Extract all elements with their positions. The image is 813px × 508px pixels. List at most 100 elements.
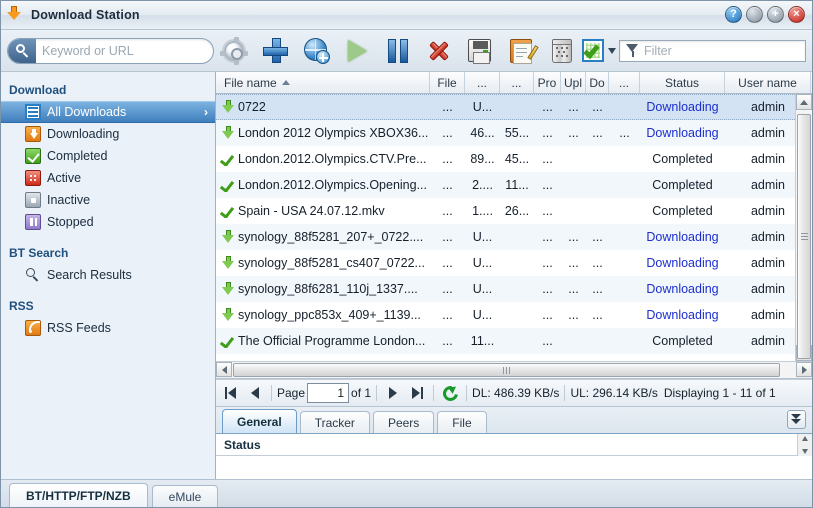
cell-text: admin	[750, 334, 786, 348]
sidebar-item-stopped[interactable]: Stopped	[1, 211, 215, 233]
scroll-left-button[interactable]	[216, 362, 232, 377]
cell-text: admin	[750, 100, 786, 114]
first-page-icon	[225, 387, 237, 399]
add-url-button[interactable]	[296, 31, 337, 71]
cell-name: 0722	[216, 100, 430, 114]
column-header-c8[interactable]: ...	[609, 72, 640, 93]
table-row[interactable]: Spain - USA 24.07.12.mkv... 1.... 26......…	[216, 198, 795, 224]
search-input[interactable]	[36, 38, 213, 63]
chevron-down-icon[interactable]	[608, 47, 617, 54]
bottom-tab-bt-http-ftp-nzb[interactable]: BT/HTTP/FTP/NZB	[9, 483, 148, 507]
search-box[interactable]	[7, 37, 214, 64]
cell-text: ...	[568, 230, 579, 244]
cell-text: ...	[442, 282, 453, 296]
window-title: Download Station	[31, 8, 140, 22]
tab-file[interactable]: File	[437, 411, 487, 433]
column-header-name[interactable]: File name	[216, 72, 430, 93]
sidebar-item-rss-feeds[interactable]: RSS Feeds	[1, 317, 215, 339]
vertical-scrollbar[interactable]	[795, 94, 812, 361]
edit-button[interactable]	[500, 31, 541, 71]
cell-text: 45...	[504, 152, 530, 166]
sidebar-item-completed[interactable]: Completed	[1, 145, 215, 167]
table-row[interactable]: 0722... U............ Downloading admin	[216, 94, 795, 120]
sidebar-item-search-results[interactable]: Search Results	[1, 264, 215, 286]
first-page-button[interactable]	[220, 382, 242, 404]
table-row[interactable]: synology_ppc853x_409+_1139...... U.......…	[216, 302, 795, 328]
maximize-button[interactable]: +	[767, 6, 784, 23]
title-bar: Download Station ? + ×	[1, 1, 812, 30]
column-header-label: File	[437, 75, 457, 90]
horizontal-scrollbar[interactable]	[216, 361, 812, 378]
table-row[interactable]: synology_88f6281_110j_1337....... U......…	[216, 276, 795, 302]
cell-c3: 11...	[465, 334, 500, 348]
caret-down-icon[interactable]	[802, 449, 808, 454]
hscroll-track[interactable]	[232, 362, 796, 378]
select-button[interactable]	[582, 31, 617, 71]
tab-tracker[interactable]: Tracker	[299, 411, 370, 433]
sidebar-item-all-downloads[interactable]: All Downloads ›	[1, 101, 215, 123]
prev-page-icon	[251, 387, 259, 399]
close-button[interactable]: ×	[788, 6, 805, 23]
x-mark-icon	[426, 38, 451, 63]
sidebar-item-downloading[interactable]: Downloading	[1, 123, 215, 145]
pause-button[interactable]	[378, 31, 419, 71]
caret-up-icon[interactable]	[802, 436, 808, 441]
scroll-thumb[interactable]	[797, 114, 811, 359]
column-header-user[interactable]: User name	[725, 72, 811, 93]
scroll-track[interactable]	[796, 110, 812, 359]
tab-peers[interactable]: Peers	[372, 411, 435, 433]
column-header-c4[interactable]: ...	[500, 72, 534, 93]
column-header-label: Do	[589, 75, 605, 90]
filter-input[interactable]	[644, 40, 806, 61]
sidebar-item-active[interactable]: Active	[1, 167, 215, 189]
status-text: Downloading	[646, 126, 719, 140]
help-button[interactable]: ?	[725, 6, 742, 23]
check-mark-icon	[222, 204, 235, 218]
delete-button[interactable]	[418, 31, 459, 71]
search-icon	[8, 38, 36, 63]
table-row[interactable]: London 2012 Olympics XBOX36...... 46... 55…	[216, 120, 795, 146]
sidebar: Download All Downloads › Downloading Com…	[1, 72, 216, 479]
next-page-button[interactable]	[382, 382, 404, 404]
tab-general[interactable]: General	[222, 409, 297, 433]
filter-box[interactable]	[619, 39, 807, 62]
separator	[433, 385, 435, 401]
hscroll-thumb[interactable]	[233, 363, 780, 377]
column-header-c3[interactable]: ...	[465, 72, 500, 93]
cell-size: ...	[430, 178, 465, 192]
download-arrow-icon	[222, 100, 235, 114]
table-row[interactable]: The Official Programme London...... 11...…	[216, 328, 795, 354]
prev-page-button[interactable]	[244, 382, 266, 404]
collapse-panel-button[interactable]	[787, 410, 806, 429]
scroll-up-button[interactable]	[796, 94, 812, 110]
table-row[interactable]: London.2012.Olympics.Opening...... 2.... 1…	[216, 172, 795, 198]
settings-button[interactable]	[214, 31, 255, 71]
save-button[interactable]	[459, 31, 500, 71]
column-header-download[interactable]: Do	[586, 72, 609, 93]
check-icon	[25, 148, 41, 164]
table-row[interactable]: London.2012.Olympics.CTV.Pre...... 89... 4…	[216, 146, 795, 172]
page-number-input[interactable]	[307, 383, 350, 403]
clear-button[interactable]	[541, 31, 582, 71]
column-header-upload[interactable]: Upl	[561, 72, 586, 93]
add-button[interactable]	[255, 31, 296, 71]
scroll-right-button[interactable]	[796, 362, 812, 377]
column-header-status[interactable]: Status	[640, 72, 725, 93]
column-header-progress[interactable]: Pro	[534, 72, 561, 93]
table-row[interactable]: VA - Olympic Dreams London ......48...9.…	[216, 354, 795, 361]
magnifier-icon	[25, 267, 41, 283]
cell-c3: 1....	[465, 204, 500, 218]
detail-scrollbar[interactable]	[797, 434, 812, 456]
minimize-button[interactable]	[746, 6, 763, 23]
bottom-tab-emule[interactable]: eMule	[151, 485, 219, 507]
column-header-size[interactable]: File	[430, 72, 465, 93]
sidebar-item-inactive[interactable]: Inactive	[1, 189, 215, 211]
refresh-button[interactable]	[439, 382, 461, 404]
table-row[interactable]: synology_88f5281_207+_0722....... U......…	[216, 224, 795, 250]
resume-button[interactable]	[337, 31, 378, 71]
cell-progress: ...	[534, 308, 561, 322]
last-page-button[interactable]	[406, 382, 428, 404]
download-icon	[25, 126, 41, 142]
cell-name: synology_88f5281_207+_0722....	[216, 230, 430, 244]
table-row[interactable]: synology_88f5281_cs407_0722...... U......…	[216, 250, 795, 276]
